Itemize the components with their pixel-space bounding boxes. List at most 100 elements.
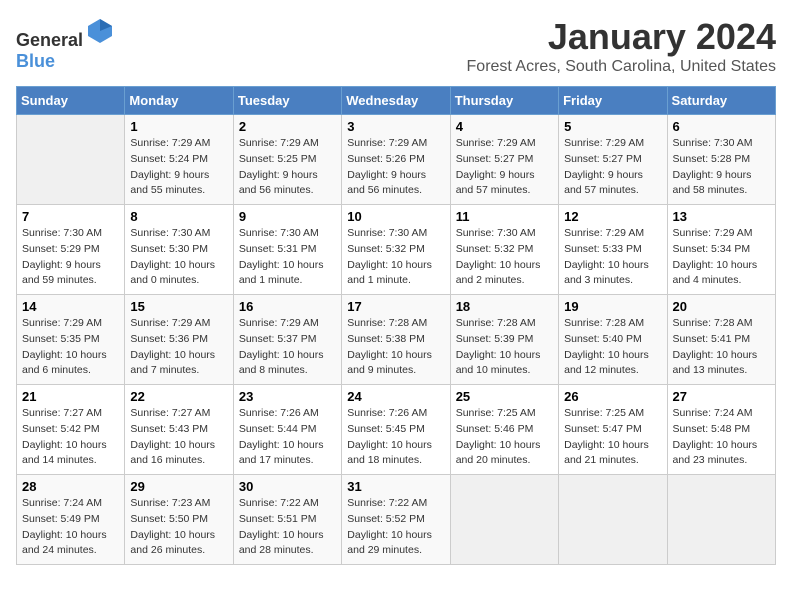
calendar-cell: 2 Sunrise: 7:29 AMSunset: 5:25 PMDaylight… xyxy=(233,115,341,205)
day-info: Sunrise: 7:28 AMSunset: 5:38 PMDaylight:… xyxy=(347,316,444,379)
logo-general: General xyxy=(16,30,83,50)
calendar-cell: 27 Sunrise: 7:24 AMSunset: 5:48 PMDayligh… xyxy=(667,385,775,475)
day-number: 5 xyxy=(564,119,661,134)
day-number: 8 xyxy=(130,209,227,224)
day-info: Sunrise: 7:26 AMSunset: 5:45 PMDaylight:… xyxy=(347,406,444,469)
day-number: 30 xyxy=(239,479,336,494)
day-number: 22 xyxy=(130,389,227,404)
day-info: Sunrise: 7:22 AMSunset: 5:51 PMDaylight:… xyxy=(239,496,336,559)
day-info: Sunrise: 7:29 AMSunset: 5:25 PMDaylight:… xyxy=(239,136,336,199)
day-number: 10 xyxy=(347,209,444,224)
calendar-cell: 7 Sunrise: 7:30 AMSunset: 5:29 PMDaylight… xyxy=(17,205,125,295)
day-info: Sunrise: 7:24 AMSunset: 5:48 PMDaylight:… xyxy=(673,406,770,469)
calendar-cell xyxy=(559,475,667,565)
day-of-week-header: Tuesday xyxy=(233,87,341,115)
calendar-header-row: SundayMondayTuesdayWednesdayThursdayFrid… xyxy=(17,87,776,115)
calendar-cell: 14 Sunrise: 7:29 AMSunset: 5:35 PMDayligh… xyxy=(17,295,125,385)
calendar-cell: 23 Sunrise: 7:26 AMSunset: 5:44 PMDayligh… xyxy=(233,385,341,475)
day-of-week-header: Saturday xyxy=(667,87,775,115)
calendar-cell: 1Sunrise: 7:29 AMSunset: 5:24 PMDaylight… xyxy=(125,115,233,205)
title-section: January 2024 Forest Acres, South Carolin… xyxy=(467,16,776,76)
calendar-cell xyxy=(17,115,125,205)
day-number: 7 xyxy=(22,209,119,224)
calendar-cell: 17 Sunrise: 7:28 AMSunset: 5:38 PMDayligh… xyxy=(342,295,450,385)
calendar-subtitle: Forest Acres, South Carolina, United Sta… xyxy=(467,58,776,76)
logo-icon xyxy=(85,16,115,46)
logo: General Blue xyxy=(16,16,115,72)
day-info: Sunrise: 7:25 AMSunset: 5:47 PMDaylight:… xyxy=(564,406,661,469)
calendar-cell xyxy=(667,475,775,565)
calendar-cell: 12Sunrise: 7:29 AMSunset: 5:33 PMDayligh… xyxy=(559,205,667,295)
day-number: 24 xyxy=(347,389,444,404)
day-number: 2 xyxy=(239,119,336,134)
day-info: Sunrise: 7:29 AMSunset: 5:36 PMDaylight:… xyxy=(130,316,227,379)
day-number: 6 xyxy=(673,119,770,134)
day-of-week-header: Wednesday xyxy=(342,87,450,115)
calendar-week-row: 21 Sunrise: 7:27 AMSunset: 5:42 PMDayligh… xyxy=(17,385,776,475)
day-number: 27 xyxy=(673,389,770,404)
calendar-week-row: 7 Sunrise: 7:30 AMSunset: 5:29 PMDaylight… xyxy=(17,205,776,295)
day-info: Sunrise: 7:27 AMSunset: 5:43 PMDaylight:… xyxy=(130,406,227,469)
day-number: 17 xyxy=(347,299,444,314)
calendar-cell: 26Sunrise: 7:25 AMSunset: 5:47 PMDayligh… xyxy=(559,385,667,475)
day-info: Sunrise: 7:22 AMSunset: 5:52 PMDaylight:… xyxy=(347,496,444,559)
day-of-week-header: Sunday xyxy=(17,87,125,115)
calendar-cell: 20 Sunrise: 7:28 AMSunset: 5:41 PMDayligh… xyxy=(667,295,775,385)
day-number: 9 xyxy=(239,209,336,224)
day-info: Sunrise: 7:28 AMSunset: 5:41 PMDaylight:… xyxy=(673,316,770,379)
page-header: General Blue January 2024 Forest Acres, … xyxy=(16,16,776,76)
day-number: 13 xyxy=(673,209,770,224)
calendar-cell: 13 Sunrise: 7:29 AMSunset: 5:34 PMDayligh… xyxy=(667,205,775,295)
day-number: 23 xyxy=(239,389,336,404)
day-number: 31 xyxy=(347,479,444,494)
calendar-table: SundayMondayTuesdayWednesdayThursdayFrid… xyxy=(16,86,776,565)
calendar-cell: 16 Sunrise: 7:29 AMSunset: 5:37 PMDayligh… xyxy=(233,295,341,385)
day-info: Sunrise: 7:28 AMSunset: 5:39 PMDaylight:… xyxy=(456,316,553,379)
day-number: 21 xyxy=(22,389,119,404)
day-info: Sunrise: 7:23 AMSunset: 5:50 PMDaylight:… xyxy=(130,496,227,559)
day-info: Sunrise: 7:29 AMSunset: 5:35 PMDaylight:… xyxy=(22,316,119,379)
calendar-cell: 28Sunrise: 7:24 AMSunset: 5:49 PMDayligh… xyxy=(17,475,125,565)
calendar-cell xyxy=(450,475,558,565)
calendar-cell: 25 Sunrise: 7:25 AMSunset: 5:46 PMDayligh… xyxy=(450,385,558,475)
calendar-cell: 5 Sunrise: 7:29 AMSunset: 5:27 PMDaylight… xyxy=(559,115,667,205)
day-number: 29 xyxy=(130,479,227,494)
calendar-cell: 15 Sunrise: 7:29 AMSunset: 5:36 PMDayligh… xyxy=(125,295,233,385)
day-number: 1 xyxy=(130,119,227,134)
day-number: 20 xyxy=(673,299,770,314)
calendar-cell: 9 Sunrise: 7:30 AMSunset: 5:31 PMDaylight… xyxy=(233,205,341,295)
day-number: 18 xyxy=(456,299,553,314)
day-info: Sunrise: 7:30 AMSunset: 5:28 PMDaylight:… xyxy=(673,136,770,199)
calendar-cell: 30 Sunrise: 7:22 AMSunset: 5:51 PMDayligh… xyxy=(233,475,341,565)
day-info: Sunrise: 7:29 AMSunset: 5:26 PMDaylight:… xyxy=(347,136,444,199)
day-info: Sunrise: 7:30 AMSunset: 5:29 PMDaylight:… xyxy=(22,226,119,289)
day-info: Sunrise: 7:25 AMSunset: 5:46 PMDaylight:… xyxy=(456,406,553,469)
day-number: 12 xyxy=(564,209,661,224)
calendar-cell: 11Sunrise: 7:30 AMSunset: 5:32 PMDayligh… xyxy=(450,205,558,295)
day-info: Sunrise: 7:27 AMSunset: 5:42 PMDaylight:… xyxy=(22,406,119,469)
day-of-week-header: Friday xyxy=(559,87,667,115)
day-number: 16 xyxy=(239,299,336,314)
day-info: Sunrise: 7:30 AMSunset: 5:32 PMDaylight:… xyxy=(456,226,553,289)
calendar-title: January 2024 xyxy=(467,16,776,58)
day-number: 19 xyxy=(564,299,661,314)
calendar-cell: 8 Sunrise: 7:30 AMSunset: 5:30 PMDaylight… xyxy=(125,205,233,295)
calendar-cell: 21 Sunrise: 7:27 AMSunset: 5:42 PMDayligh… xyxy=(17,385,125,475)
day-number: 25 xyxy=(456,389,553,404)
day-info: Sunrise: 7:24 AMSunset: 5:49 PMDaylight:… xyxy=(22,496,119,559)
calendar-cell: 19 Sunrise: 7:28 AMSunset: 5:40 PMDayligh… xyxy=(559,295,667,385)
day-info: Sunrise: 7:30 AMSunset: 5:30 PMDaylight:… xyxy=(130,226,227,289)
day-number: 14 xyxy=(22,299,119,314)
day-info: Sunrise: 7:30 AMSunset: 5:31 PMDaylight:… xyxy=(239,226,336,289)
day-info: Sunrise: 7:29 AMSunset: 5:37 PMDaylight:… xyxy=(239,316,336,379)
calendar-cell: 10Sunrise: 7:30 AMSunset: 5:32 PMDayligh… xyxy=(342,205,450,295)
day-info: Sunrise: 7:28 AMSunset: 5:40 PMDaylight:… xyxy=(564,316,661,379)
calendar-cell: 3 Sunrise: 7:29 AMSunset: 5:26 PMDaylight… xyxy=(342,115,450,205)
calendar-cell: 31 Sunrise: 7:22 AMSunset: 5:52 PMDayligh… xyxy=(342,475,450,565)
day-number: 3 xyxy=(347,119,444,134)
day-number: 15 xyxy=(130,299,227,314)
day-info: Sunrise: 7:29 AMSunset: 5:34 PMDaylight:… xyxy=(673,226,770,289)
day-of-week-header: Thursday xyxy=(450,87,558,115)
day-info: Sunrise: 7:26 AMSunset: 5:44 PMDaylight:… xyxy=(239,406,336,469)
day-info: Sunrise: 7:29 AMSunset: 5:27 PMDaylight:… xyxy=(564,136,661,199)
